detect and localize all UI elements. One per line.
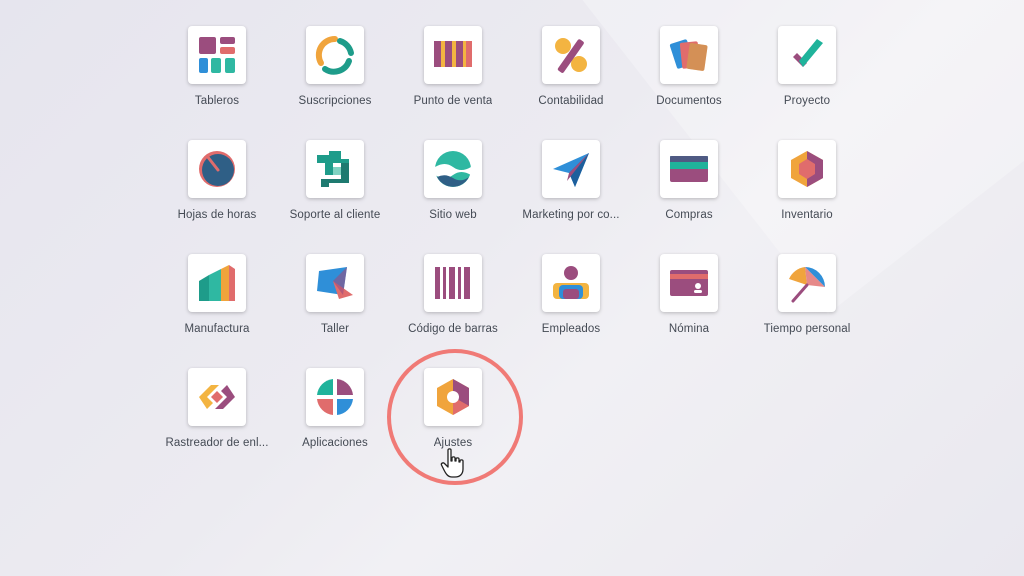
purchase-icon [670,156,708,182]
hand-cursor-icon [440,448,464,478]
app-tile[interactable] [424,140,482,198]
app-label: Punto de venta [413,95,493,107]
app-label: Código de barras [408,323,498,335]
app-workshop[interactable]: Taller [276,254,394,354]
app-label: Tableros [194,95,240,107]
app-website[interactable]: Sitio web [394,140,512,240]
app-tile[interactable] [188,140,246,198]
app-inventory[interactable]: Inventario [748,140,866,240]
app-label: Aplicaciones [302,437,368,449]
app-label: Inventario [781,209,833,221]
app-tile[interactable] [542,254,600,312]
app-label: Nómina [668,323,710,335]
app-tile[interactable] [424,254,482,312]
inventory-icon [791,151,823,187]
helpdesk-icon [317,151,349,187]
app-time-off[interactable]: Tiempo personal [748,254,866,354]
dashboards-icon [199,37,235,73]
app-tile[interactable] [188,368,246,426]
app-manufacturing[interactable]: Manufactura [158,254,276,354]
app-label: Marketing por co... [522,209,620,221]
app-tile[interactable] [306,140,364,198]
subscriptions-icon [315,35,354,75]
app-dashboards[interactable]: Tableros [158,26,276,126]
app-label: Rastreador de enl... [165,437,269,449]
app-barcode[interactable]: Código de barras [394,254,512,354]
app-timesheets[interactable]: Hojas de horas [158,140,276,240]
app-tile[interactable] [306,26,364,84]
payroll-icon [670,270,708,296]
app-tile[interactable] [660,254,718,312]
project-icon [793,39,823,67]
app-label: Hojas de horas [177,209,257,221]
app-tile[interactable] [778,26,836,84]
app-tile[interactable] [306,254,364,312]
settings-icon [437,379,469,415]
app-tile[interactable] [778,254,836,312]
app-tile[interactable] [424,368,482,426]
app-label: Empleados [541,323,601,335]
accounting-icon [555,38,587,73]
time-off-icon [789,267,825,303]
app-label: Proyecto [783,95,831,107]
app-label: Soporte al cliente [289,209,381,221]
app-link-tracker[interactable]: Rastreador de enl... [158,368,276,468]
app-label: Manufactura [184,323,250,335]
app-purchase[interactable]: Compras [630,140,748,240]
email-marketing-icon [553,153,589,187]
employees-icon [553,266,589,299]
website-icon [435,151,471,187]
app-tile[interactable] [660,26,718,84]
point-of-sale-icon [434,41,472,67]
app-tile[interactable] [188,26,246,84]
barcode-icon [435,267,470,299]
app-point-of-sale[interactable]: Punto de venta [394,26,512,126]
app-label: Suscripciones [298,95,372,107]
app-helpdesk[interactable]: Soporte al cliente [276,140,394,240]
timesheets-icon [199,151,235,187]
app-label: Documentos [656,95,722,107]
app-label: Contabilidad [538,95,604,107]
app-tile[interactable] [188,254,246,312]
app-documents[interactable]: Documentos [630,26,748,126]
app-apps[interactable]: Aplicaciones [276,368,394,468]
app-tile[interactable] [542,140,600,198]
app-payroll[interactable]: Nómina [630,254,748,354]
app-email-marketing[interactable]: Marketing por co... [512,140,630,240]
app-employees[interactable]: Empleados [512,254,630,354]
link-tracker-icon [199,385,235,409]
workshop-icon [317,267,353,299]
app-grid: Tableros Suscripciones Punto de venta Co… [0,0,1024,576]
apps-icon [317,379,353,415]
app-label: Taller [320,323,350,335]
manufacturing-icon [199,265,235,301]
app-tile[interactable] [660,140,718,198]
app-tile[interactable] [306,368,364,426]
app-tile[interactable] [778,140,836,198]
app-label: Tiempo personal [763,323,851,335]
app-accounting[interactable]: Contabilidad [512,26,630,126]
app-subscriptions[interactable]: Suscripciones [276,26,394,126]
app-label: Sitio web [429,209,477,221]
app-project[interactable]: Proyecto [748,26,866,126]
app-label: Compras [665,209,713,221]
app-tile[interactable] [542,26,600,84]
app-tile[interactable] [424,26,482,84]
documents-icon [669,39,708,71]
